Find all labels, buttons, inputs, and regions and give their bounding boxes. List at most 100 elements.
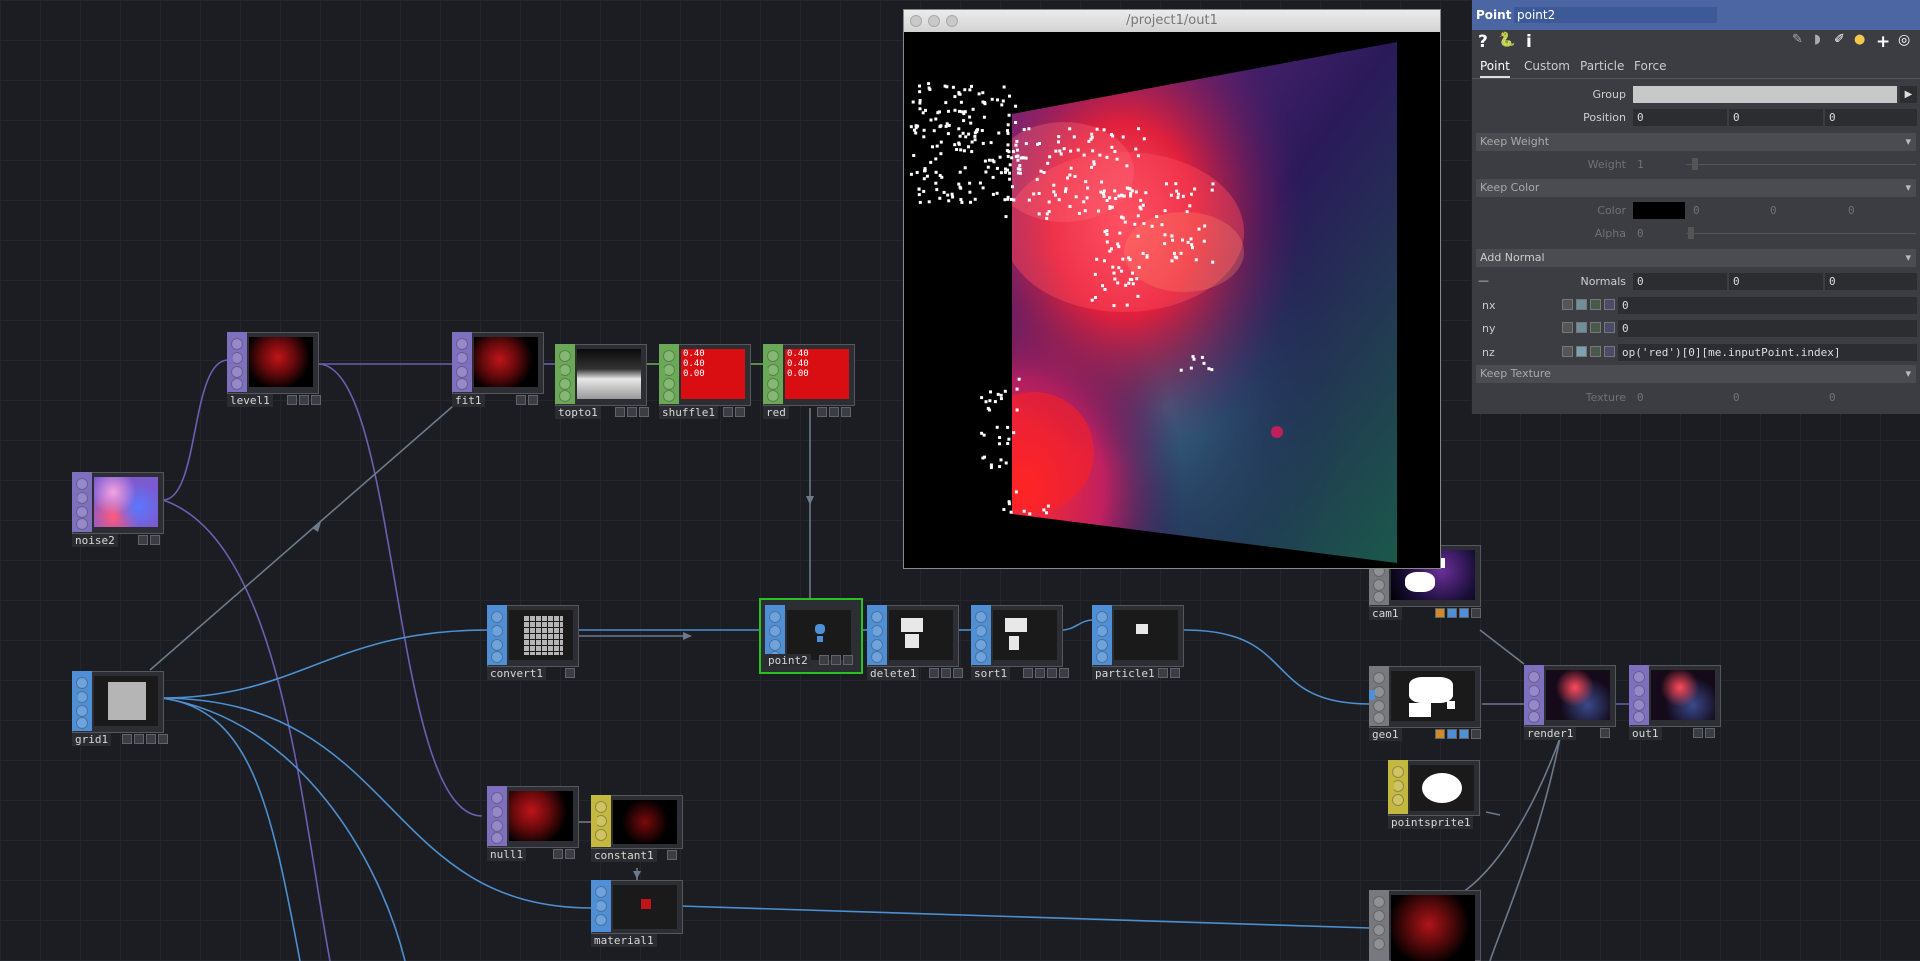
bind-icon[interactable] bbox=[1590, 322, 1601, 333]
weight-slider[interactable] bbox=[1686, 164, 1916, 165]
viewer-titlebar[interactable]: /project1/out1 bbox=[904, 10, 1440, 33]
op-name-field[interactable]: point2 bbox=[1514, 7, 1717, 23]
particle-point bbox=[1108, 196, 1112, 200]
export-icon[interactable] bbox=[1576, 322, 1587, 333]
color-g-field[interactable]: 0 bbox=[1766, 202, 1836, 219]
viewer-window[interactable]: /project1/out1 bbox=[903, 9, 1441, 569]
particle-point bbox=[1155, 215, 1159, 219]
color-swatch[interactable] bbox=[1633, 202, 1685, 219]
particle-point bbox=[989, 466, 993, 469]
help-icon[interactable]: ? bbox=[1478, 32, 1488, 52]
expr-mode-icon[interactable] bbox=[1562, 346, 1573, 357]
tab-particle[interactable]: Particle bbox=[1580, 59, 1624, 73]
alpha-field[interactable]: 0 bbox=[1633, 225, 1683, 242]
particle-point bbox=[1102, 128, 1106, 132]
particle-point bbox=[914, 124, 918, 128]
texture-u-field[interactable]: 0 bbox=[1633, 389, 1727, 406]
particle-point bbox=[960, 200, 964, 204]
position-x-field[interactable]: 0 bbox=[1633, 109, 1727, 126]
particle-point bbox=[1175, 189, 1179, 193]
node-thumbnail bbox=[1651, 670, 1715, 720]
particle-point bbox=[917, 193, 921, 197]
target-icon[interactable]: ◎ bbox=[1898, 32, 1910, 48]
position-y-field[interactable]: 0 bbox=[1729, 109, 1823, 126]
particle-point bbox=[980, 129, 984, 132]
edit-icon[interactable]: ✎ bbox=[1792, 32, 1803, 47]
python-script-icon[interactable]: ● bbox=[1854, 32, 1865, 47]
particle-point bbox=[1099, 190, 1103, 194]
keep-color-menu[interactable]: Keep Color ▾ bbox=[1476, 179, 1916, 197]
weight-slider-handle[interactable] bbox=[1692, 158, 1698, 170]
keep-weight-menu[interactable]: Keep Weight ▾ bbox=[1476, 133, 1916, 151]
normals-z-field[interactable]: 0 bbox=[1825, 273, 1917, 290]
particle-point bbox=[1103, 288, 1107, 291]
particle-point bbox=[927, 82, 931, 86]
nx-field[interactable]: 0 bbox=[1618, 297, 1917, 314]
particle-point bbox=[996, 98, 999, 102]
particle-point bbox=[1058, 149, 1062, 153]
wire-grid1-down2 bbox=[161, 697, 406, 961]
group-menu-button[interactable]: ▶ bbox=[1900, 86, 1917, 103]
add-icon[interactable]: + bbox=[1876, 32, 1890, 52]
weight-field[interactable]: 1 bbox=[1633, 156, 1683, 173]
particle-point bbox=[1064, 187, 1068, 191]
position-z-field[interactable]: 0 bbox=[1825, 109, 1917, 126]
particle-point bbox=[1145, 255, 1149, 259]
expr-mode-icon[interactable] bbox=[1562, 322, 1573, 333]
python-icon[interactable]: 🐍 bbox=[1498, 32, 1515, 48]
constant-icon[interactable] bbox=[1604, 299, 1615, 310]
alpha-slider-handle[interactable] bbox=[1688, 227, 1694, 239]
particle-point bbox=[1189, 366, 1193, 370]
export-icon[interactable] bbox=[1576, 346, 1587, 357]
normals-y-field[interactable]: 0 bbox=[1729, 273, 1823, 290]
particle-point bbox=[1111, 265, 1115, 269]
constant-icon[interactable] bbox=[1604, 322, 1615, 333]
particle-point bbox=[1141, 251, 1145, 255]
bind-icon[interactable] bbox=[1590, 346, 1601, 357]
normals-x-field[interactable]: 0 bbox=[1633, 273, 1727, 290]
info-icon[interactable]: i bbox=[1526, 32, 1532, 52]
particle-point bbox=[1114, 196, 1118, 200]
expr-mode-icon[interactable] bbox=[1562, 299, 1573, 310]
particle-point bbox=[946, 193, 950, 197]
export-icon[interactable] bbox=[1576, 299, 1587, 310]
tab-point[interactable]: Point bbox=[1480, 59, 1510, 78]
texture-v-field[interactable]: 0 bbox=[1729, 389, 1823, 406]
group-field[interactable] bbox=[1633, 86, 1897, 103]
thumb-value: 0.40 bbox=[787, 359, 809, 369]
ny-field[interactable]: 0 bbox=[1618, 320, 1917, 337]
network-editor[interactable]: level1 fit1 topto1 0.40 0.40 0.00 shuffl… bbox=[0, 0, 1920, 961]
cook-icon[interactable]: ✐ bbox=[1834, 32, 1845, 47]
texture-w-field[interactable]: 0 bbox=[1825, 389, 1917, 406]
normals-label: Normals bbox=[1580, 275, 1626, 288]
particle-point bbox=[939, 124, 943, 128]
particle-point bbox=[993, 400, 997, 404]
particle-point bbox=[998, 465, 1002, 469]
parameter-panel[interactable]: Point point2 ? 🐍 i ✎ ◗ ✐ ● + ◎ Point Cus… bbox=[1471, 0, 1920, 414]
particle-point bbox=[1150, 224, 1154, 228]
nz-expression-field[interactable]: op('red')[0][me.inputPoint.index] bbox=[1618, 344, 1917, 361]
add-normal-menu[interactable]: Add Normal ▾ bbox=[1476, 249, 1916, 267]
particle-point bbox=[1203, 224, 1207, 228]
particle-point bbox=[1101, 284, 1104, 288]
node-label: particle1 bbox=[1092, 667, 1158, 680]
keep-texture-menu[interactable]: Keep Texture ▾ bbox=[1476, 365, 1916, 383]
particle-point bbox=[1163, 209, 1167, 213]
color-b-field[interactable]: 0 bbox=[1844, 202, 1914, 219]
particle-point bbox=[1016, 167, 1020, 171]
particle-point bbox=[1090, 298, 1094, 302]
render-output bbox=[904, 32, 1440, 568]
particle-point bbox=[1006, 123, 1010, 127]
particle-point bbox=[1037, 192, 1041, 195]
comment-icon[interactable]: ◗ bbox=[1814, 32, 1821, 47]
particle-point bbox=[911, 100, 915, 104]
constant-icon[interactable] bbox=[1604, 346, 1615, 357]
alpha-slider[interactable] bbox=[1686, 233, 1916, 234]
color-r-field[interactable]: 0 bbox=[1689, 202, 1759, 219]
collapse-icon[interactable]: — bbox=[1478, 274, 1489, 287]
bind-icon[interactable] bbox=[1590, 299, 1601, 310]
particle-point bbox=[1163, 233, 1167, 237]
tab-force[interactable]: Force bbox=[1634, 59, 1666, 73]
tab-custom[interactable]: Custom bbox=[1524, 59, 1570, 73]
particle-point bbox=[918, 200, 922, 204]
